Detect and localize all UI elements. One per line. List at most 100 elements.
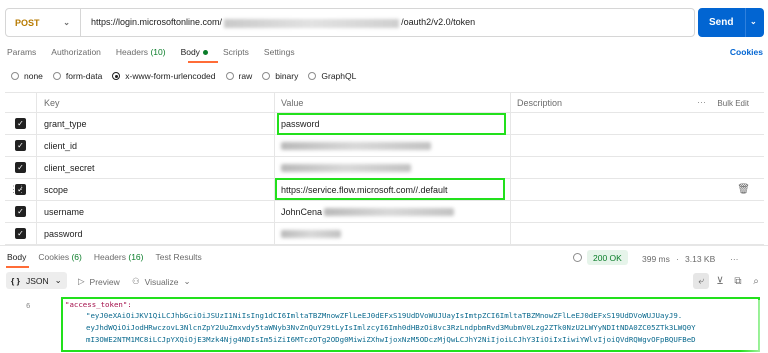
redacted-value (324, 207, 455, 216)
row-value-text: JohnCena (281, 206, 323, 217)
table-row: ✓ grant_type password (5, 113, 764, 135)
preview-button[interactable]: ▷ Preview (78, 276, 120, 287)
row-value[interactable] (275, 223, 511, 244)
send-button[interactable]: Send ⌄ (698, 8, 764, 37)
radio-circle (308, 72, 317, 80)
radio-label: raw (238, 71, 253, 81)
body-type-selector: none form-data x-www-form-urlencoded raw… (11, 71, 356, 81)
row-key[interactable]: client_secret (37, 157, 275, 178)
url-bar: POST ⌄ https://login.microsoftonline.com… (5, 8, 695, 37)
radio-circle (11, 72, 19, 80)
row-description[interactable] (511, 201, 764, 222)
tab-params[interactable]: Params (7, 47, 36, 57)
redacted-value (281, 141, 431, 150)
active-tab-underline (188, 61, 218, 63)
visualize-icon: ⚇ (132, 276, 140, 286)
checkbox-checked[interactable]: ✓ (15, 162, 26, 173)
row-key[interactable]: password (37, 223, 275, 244)
tab-settings[interactable]: Settings (264, 47, 295, 57)
params-table: Key Value Description ··· Bulk Edit ✓ gr… (5, 92, 764, 245)
response-more-icon[interactable]: ··· (730, 254, 739, 264)
trash-icon[interactable]: 🗑 (737, 184, 750, 195)
row-key[interactable]: client_id (37, 135, 275, 156)
checkbox-checked[interactable]: ✓ (15, 118, 26, 129)
highlight-box (277, 113, 506, 135)
table-header-row: Key Value Description ··· Bulk Edit (5, 93, 764, 113)
radio-form-data[interactable]: form-data (52, 71, 103, 81)
bulk-edit-link[interactable]: Bulk Edit (717, 99, 749, 108)
header-checkbox-cell (5, 93, 37, 112)
row-description[interactable] (511, 135, 764, 156)
format-label: JSON (25, 275, 49, 286)
format-select[interactable]: { } JSON ⌄ (6, 272, 67, 289)
row-value[interactable] (275, 157, 511, 178)
response-header-bar: Body Cookies (6) Headers (16) Test Resul… (0, 245, 768, 269)
row-key[interactable]: grant_type (37, 113, 275, 134)
tenant-id-redacted (224, 18, 400, 28)
radio-label: GraphQL (321, 71, 357, 81)
response-active-tab-underline (6, 266, 29, 268)
globe-icon[interactable] (573, 253, 582, 262)
column-header-key: Key (37, 93, 275, 112)
response-tab-body[interactable]: Body (7, 252, 26, 262)
response-tab-cookies[interactable]: Cookies (6) (38, 252, 81, 262)
word-wrap-icon[interactable]: ⤶ (693, 273, 709, 289)
radio-raw[interactable]: raw (225, 71, 253, 81)
redacted-value (281, 163, 411, 172)
radio-urlencoded[interactable]: x-www-form-urlencoded (112, 71, 216, 81)
row-checkbox-cell: ✓ (5, 201, 37, 222)
radio-label: form-data (65, 71, 103, 81)
more-options-icon[interactable]: ··· (697, 97, 706, 107)
drag-handle-icon[interactable]: ⋮⋮ (9, 184, 26, 195)
tab-scripts[interactable]: Scripts (223, 47, 249, 57)
checkbox-checked[interactable]: ✓ (15, 206, 26, 217)
radio-graphql[interactable]: GraphQL (308, 71, 356, 81)
search-icon[interactable]: ⌕ (748, 273, 764, 289)
response-tab-headers[interactable]: Headers (16) (94, 252, 144, 262)
tab-body[interactable]: Body (181, 47, 208, 57)
row-value[interactable] (275, 135, 511, 156)
response-time[interactable]: 399 ms (642, 254, 670, 264)
filter-icon[interactable]: ⊻ (712, 273, 728, 289)
response-toolbar: { } JSON ⌄ ▷ Preview ⚇ Visualize ⌄ ⤶ ⊻ ⧉… (0, 270, 768, 292)
row-key[interactable]: scope (37, 179, 275, 200)
cookies-link[interactable]: Cookies (730, 47, 763, 57)
row-description[interactable] (511, 223, 764, 244)
radio-none[interactable]: none (11, 71, 43, 81)
meta-divider: · (676, 254, 679, 264)
checkbox-checked[interactable]: ✓ (15, 228, 26, 239)
response-tab-test-results[interactable]: Test Results (156, 252, 202, 262)
method-label: POST (15, 17, 40, 28)
row-description[interactable] (511, 179, 764, 200)
row-checkbox-cell: ✓ (5, 157, 37, 178)
url-suffix: /oauth2/v2.0/token (401, 17, 476, 28)
row-description[interactable] (511, 157, 764, 178)
checkbox-checked[interactable]: ✓ (15, 140, 26, 151)
radio-binary[interactable]: binary (262, 71, 298, 81)
url-input[interactable]: https://login.microsoftonline.com/ /oauth… (81, 17, 476, 28)
row-value[interactable]: JohnCena (275, 201, 511, 222)
copy-icon[interactable]: ⧉ (730, 273, 746, 289)
response-size[interactable]: 3.13 KB (685, 254, 715, 264)
response-tab-cookies-label: Cookies (38, 252, 70, 262)
radio-circle (52, 72, 61, 80)
highlight-box (275, 178, 505, 200)
visualize-button[interactable]: ⚇ Visualize ⌄ (132, 276, 191, 287)
send-options-chevron-icon[interactable]: ⌄ (750, 17, 757, 26)
row-description[interactable] (511, 113, 764, 134)
response-tabs: Body Cookies (6) Headers (16) Test Resul… (7, 252, 202, 262)
row-value[interactable]: https://service.flow.microsoft.com//.def… (275, 178, 511, 200)
response-body[interactable]: 6 "access_token": "eyJ0eXAiOiJKV1QiLCJhb… (0, 293, 768, 353)
tab-headers[interactable]: Headers (10) (116, 47, 166, 57)
status-badge[interactable]: 200 OK (587, 250, 628, 265)
response-tab-headers-count: (16) (128, 252, 144, 262)
tab-headers-label: Headers (115, 47, 149, 57)
row-checkbox-cell: ✓ (5, 113, 37, 134)
table-row: ✓ client_secret (5, 157, 764, 179)
chevron-down-icon: ⌄ (63, 18, 70, 27)
tab-authorization[interactable]: Authorization (51, 47, 101, 57)
chevron-down-icon: ⌄ (54, 275, 62, 285)
method-select[interactable]: POST ⌄ (6, 9, 81, 36)
row-key[interactable]: username (37, 201, 275, 222)
row-value[interactable]: password (275, 113, 511, 135)
